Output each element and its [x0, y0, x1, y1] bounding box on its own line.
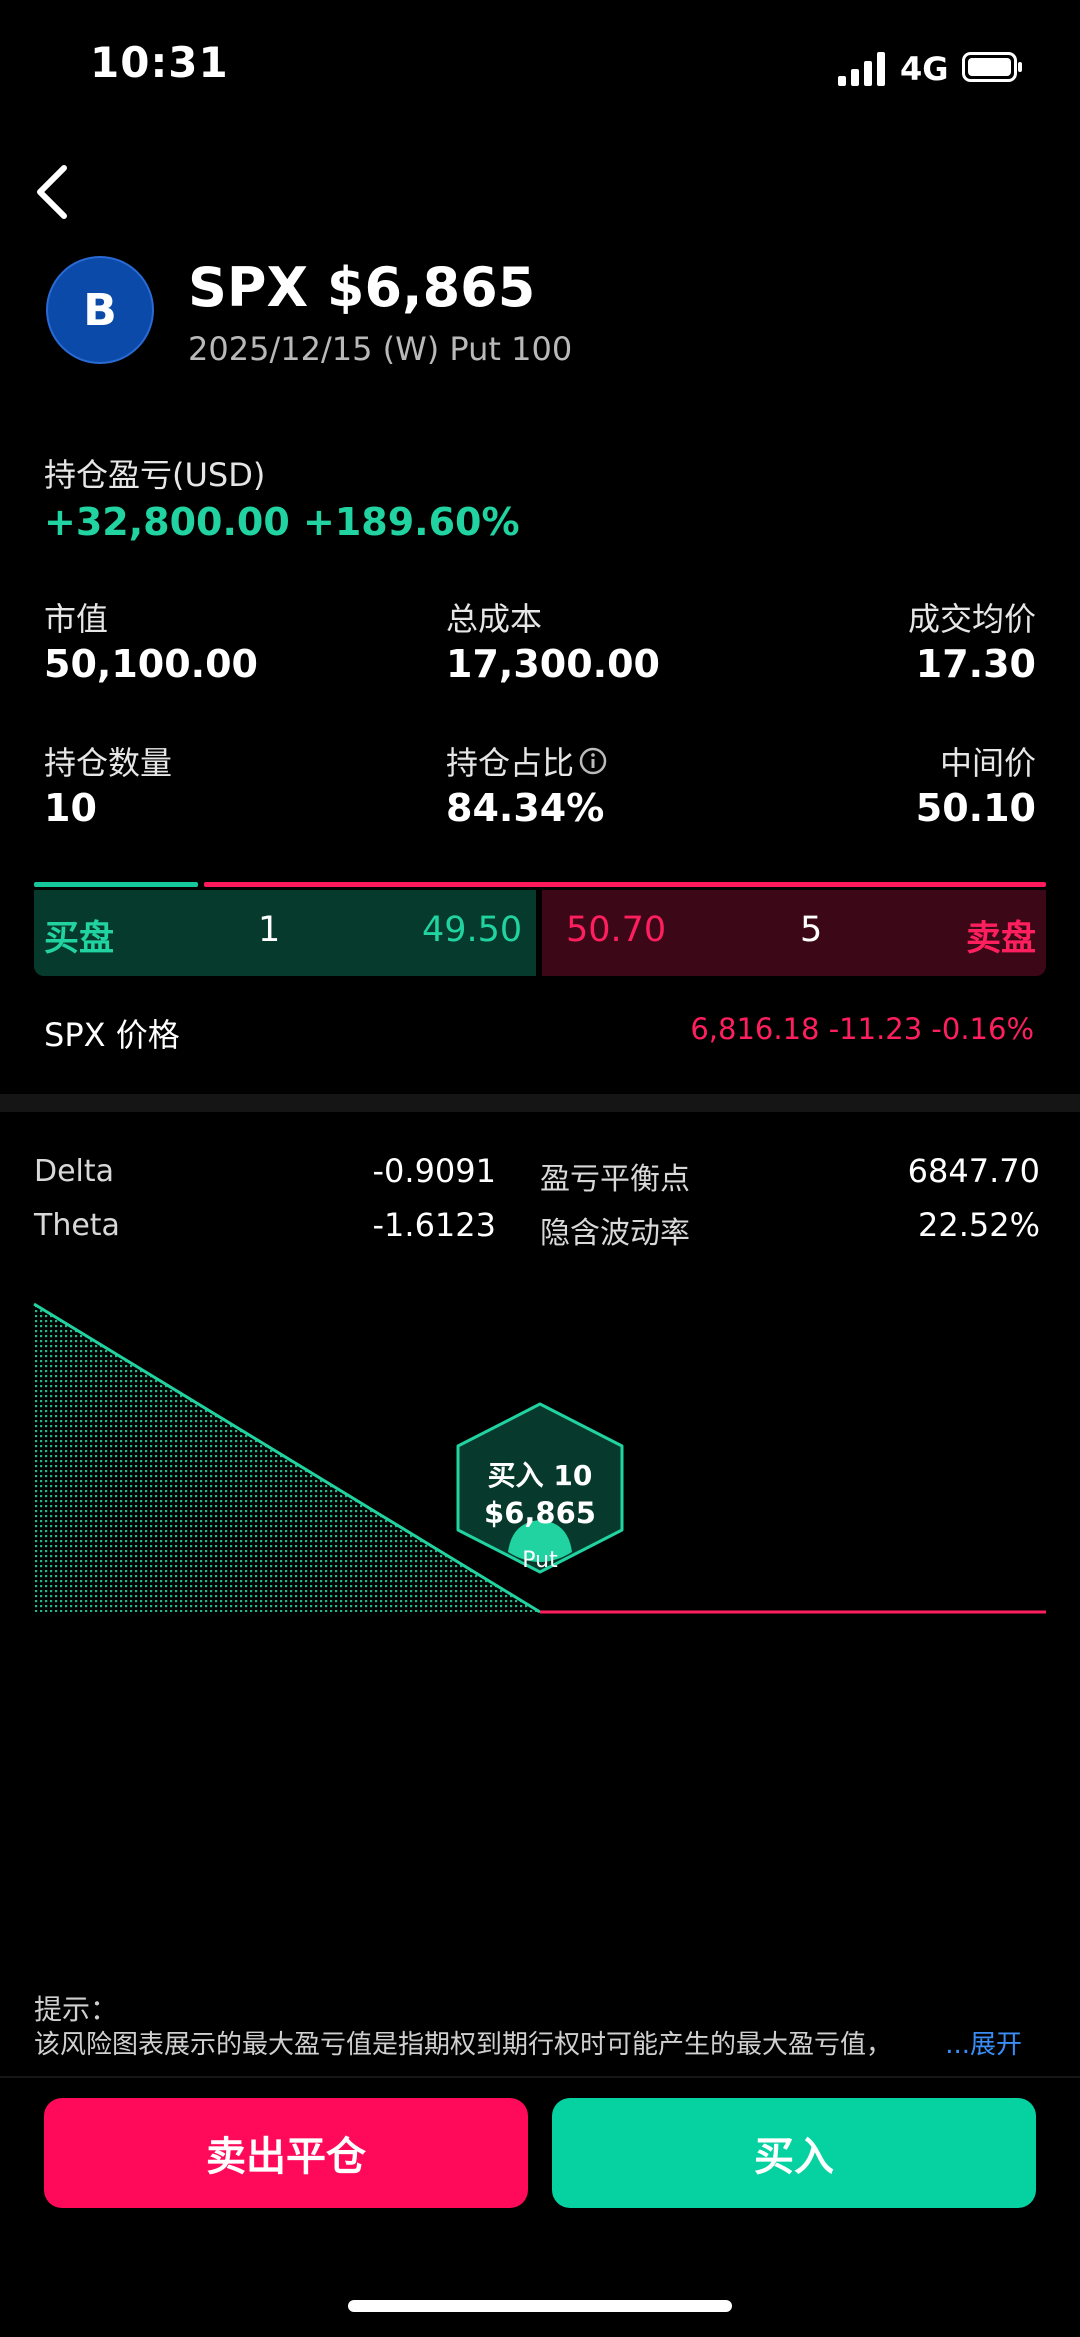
ratio: 84.34% — [446, 786, 605, 830]
marker-tag: Put — [522, 1548, 558, 1573]
status-time: 10:31 — [90, 38, 229, 87]
bid-label: 买盘 — [44, 919, 115, 959]
network-type: 4G — [900, 50, 949, 88]
avg-price: 17.30 — [915, 642, 1036, 686]
hint-title: 提示： — [34, 1993, 119, 2026]
pnl-label: 持仓盈亏(USD) — [44, 456, 266, 494]
hint-text: 该风险图表展示的最大盈亏值是指期权到期行权时可能产生的最大盈亏值， — [34, 2030, 893, 2060]
ratio-label: 持仓占比 — [446, 744, 575, 782]
battery-icon — [962, 52, 1022, 82]
market-value: 50,100.00 — [44, 642, 258, 686]
total-cost-label: 总成本 — [446, 600, 543, 638]
ask-price: 50.70 — [566, 910, 667, 950]
contract-title: SPX $6,865 — [188, 256, 536, 319]
delta-value: -0.9091 — [372, 1152, 496, 1190]
underlying-label: SPX 价格 — [44, 1016, 180, 1054]
underlying-quote: 6,816.18 -11.23 -0.16% — [690, 1012, 1034, 1046]
cellular-signal-icon — [838, 52, 885, 86]
home-indicator[interactable] — [348, 2300, 732, 2312]
market-value-label: 市值 — [44, 600, 109, 638]
avg-price-label: 成交均价 — [907, 600, 1036, 638]
bottom-separator — [0, 2076, 1080, 2078]
section-divider — [0, 1094, 1080, 1112]
iv-value: 22.52% — [917, 1206, 1040, 1244]
marker-line2: $6,865 — [484, 1496, 596, 1530]
mid-price: 50.10 — [915, 786, 1036, 830]
breakeven-value: 6847.70 — [907, 1152, 1040, 1190]
pnl-value: +32,800.00 +189.60% — [44, 500, 520, 544]
bid-depth-bar — [34, 882, 198, 887]
quantity: 10 — [44, 786, 97, 830]
sell-close-button[interactable]: 卖出平仓 — [44, 2098, 528, 2208]
theta-value: -1.6123 — [372, 1206, 496, 1244]
breakeven-label: 盈亏平衡点 — [540, 1162, 690, 1197]
buy-button[interactable]: 买入 — [552, 2098, 1036, 2208]
back-arrow-icon[interactable] — [32, 160, 72, 224]
ask-size: 5 — [800, 910, 823, 950]
delta-label: Delta — [34, 1154, 115, 1189]
avatar: B — [46, 256, 154, 364]
marker-line1: 买入 10 — [487, 1459, 593, 1492]
mid-label: 中间价 — [939, 744, 1036, 782]
theta-label: Theta — [34, 1208, 120, 1243]
total-cost: 17,300.00 — [446, 642, 660, 686]
info-icon[interactable] — [578, 746, 608, 776]
contract-subtitle: 2025/12/15 (W) Put 100 — [188, 330, 573, 368]
quantity-label: 持仓数量 — [44, 744, 173, 782]
ask-label: 卖盘 — [965, 919, 1036, 959]
ratio-label-group[interactable]: 持仓占比 — [446, 738, 608, 784]
iv-label: 隐含波动率 — [540, 1216, 690, 1251]
bid-price: 49.50 — [422, 910, 523, 950]
ask-depth-bar — [204, 882, 1046, 887]
hint-expand-link[interactable]: ...展开 — [945, 2024, 1022, 2061]
bid-size: 1 — [258, 910, 281, 950]
